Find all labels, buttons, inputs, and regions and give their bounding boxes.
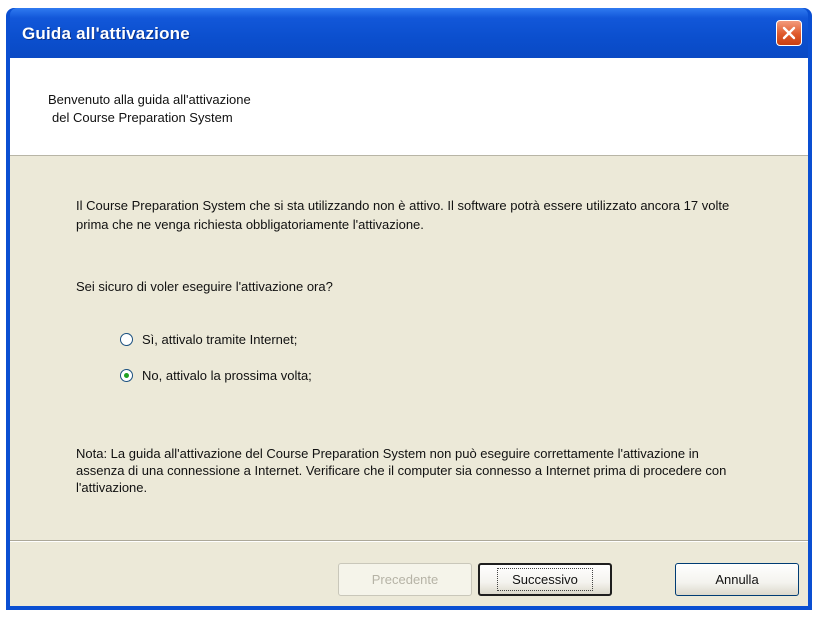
close-icon (782, 26, 796, 40)
header-title-line-1: Benvenuto alla guida all'attivazione (48, 92, 251, 107)
radio-activate-later[interactable] (120, 369, 133, 382)
option-activate-later-label: No, attivalo la prossima volta; (142, 368, 312, 383)
next-button-label: Successivo (497, 568, 593, 591)
previous-button-label: Precedente (371, 572, 439, 587)
window-title: Guida all'attivazione (22, 24, 190, 43)
dialog-client-area: Benvenuto alla guida all'attivazione del… (10, 58, 808, 606)
title-bar[interactable]: Guida all'attivazione (10, 8, 808, 58)
activation-question: Sei sicuro di voler eseguire l'attivazio… (76, 279, 333, 294)
close-button[interactable] (776, 20, 802, 46)
connection-note: Nota: La guida all'attivazione del Cours… (76, 446, 727, 495)
previous-button[interactable]: Precedente (338, 563, 472, 596)
option-activate-now-label: Sì, attivalo tramite Internet; (142, 332, 298, 347)
option-activate-now[interactable]: Sì, attivalo tramite Internet; (120, 332, 297, 347)
option-activate-later[interactable]: No, attivalo la prossima volta; (120, 368, 312, 383)
header-title-line-2: del Course Preparation System (52, 110, 233, 125)
cancel-button[interactable]: Annulla (675, 563, 799, 596)
radio-activate-now[interactable] (120, 333, 133, 346)
next-button[interactable]: Successivo (478, 563, 612, 596)
intro-text: Il Course Preparation System che si sta … (76, 198, 730, 232)
cancel-button-label: Annulla (715, 572, 759, 587)
activation-wizard-window: Guida all'attivazione Benvenuto alla gui… (6, 8, 812, 610)
wizard-header: Benvenuto alla guida all'attivazione del… (10, 58, 808, 156)
footer-separator (10, 540, 808, 542)
